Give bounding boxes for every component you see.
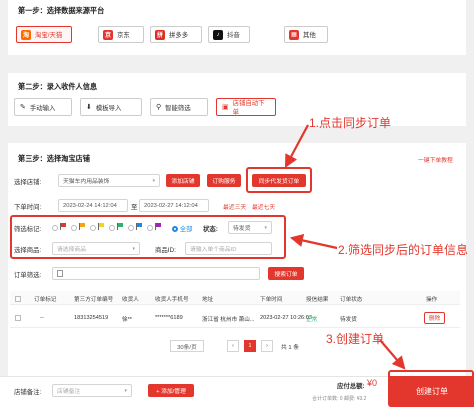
arrow-3 — [379, 339, 406, 370]
annotation-arrows — [284, 124, 406, 370]
arrow-1 — [284, 124, 309, 168]
arrow-2 — [289, 233, 338, 250]
